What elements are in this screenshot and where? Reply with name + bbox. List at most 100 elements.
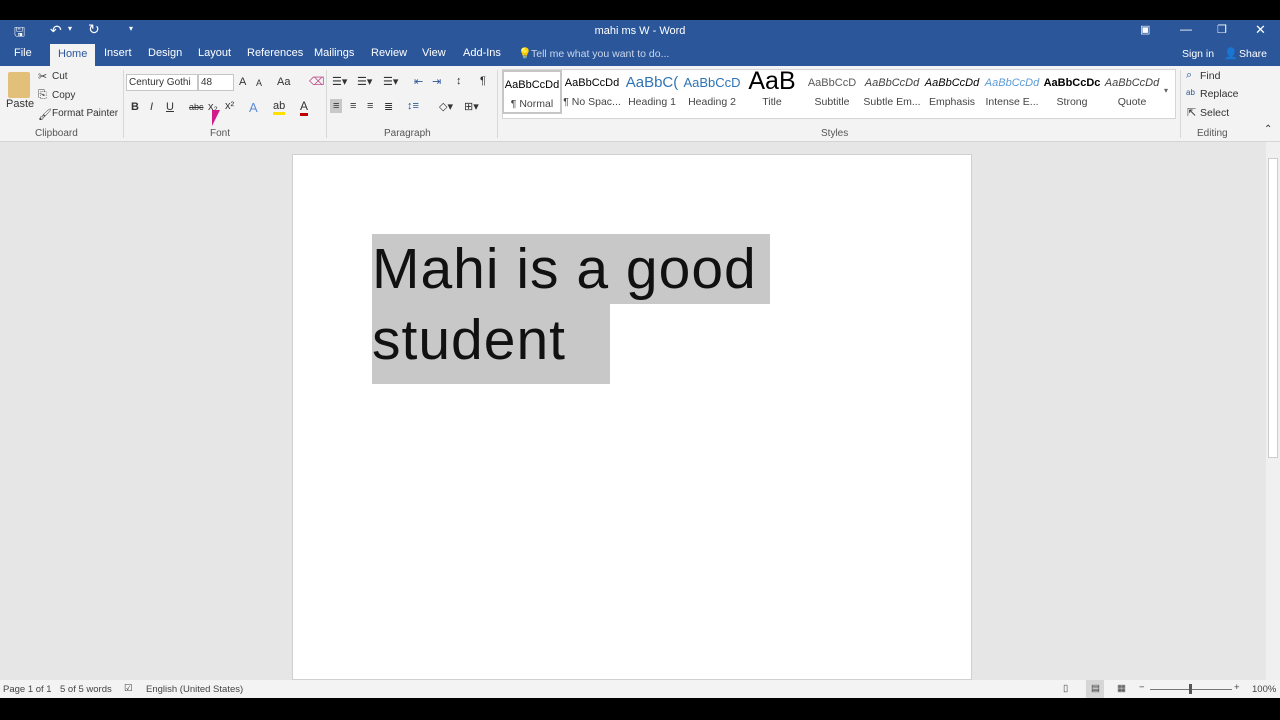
zoom-level[interactable]: 100% — [1252, 684, 1276, 695]
collapse-ribbon-icon[interactable]: ⌃ — [1264, 124, 1272, 135]
vertical-scrollbar[interactable] — [1266, 142, 1280, 680]
replace-icon: ab — [1186, 88, 1195, 97]
tab-view[interactable]: View — [422, 47, 446, 59]
tab-design[interactable]: Design — [148, 47, 182, 59]
restore-icon[interactable]: ❐ — [1217, 23, 1227, 36]
multilevel-list-icon[interactable]: ☰▾ — [383, 75, 398, 88]
page-count[interactable]: Page 1 of 1 — [3, 684, 52, 695]
scrollbar-thumb[interactable] — [1268, 158, 1278, 458]
tab-layout[interactable]: Layout — [198, 47, 231, 59]
share-icon[interactable]: 👤 — [1224, 47, 1238, 60]
font-name-select[interactable]: Century Gothi — [126, 74, 198, 91]
style-normal[interactable]: AaBbCcDd ¶ Normal — [502, 70, 562, 114]
format-painter-button[interactable]: Format Painter — [52, 108, 118, 119]
zoom-out-button[interactable]: − — [1139, 682, 1145, 693]
bold-button[interactable]: B — [131, 101, 139, 113]
styles-more-icon[interactable]: ▾ — [1164, 86, 1168, 95]
font-size-select[interactable]: 48 — [198, 74, 234, 91]
font-size-value: 48 — [201, 77, 213, 88]
shading-icon[interactable]: ◇▾ — [439, 100, 453, 113]
change-case-button[interactable]: Aa — [277, 76, 290, 88]
copy-button[interactable]: Copy — [52, 90, 75, 101]
paste-icon[interactable] — [8, 72, 30, 98]
word-count[interactable]: 5 of 5 words — [60, 684, 112, 695]
superscript-icon[interactable]: x² — [225, 100, 234, 112]
tab-references[interactable]: References — [247, 47, 303, 59]
borders-icon[interactable]: ⊞▾ — [464, 100, 479, 113]
font-name-value: Century Gothi — [129, 77, 191, 88]
style-emphasis[interactable]: AaBbCcDd Emphasis — [922, 70, 982, 114]
grow-font-button[interactable]: A — [239, 76, 246, 88]
minimize-icon[interactable]: — — [1180, 22, 1192, 36]
show-marks-icon[interactable]: ¶ — [480, 75, 486, 87]
style-preview: AaBbCcDc — [1043, 77, 1101, 89]
style-strong[interactable]: AaBbCcDc Strong — [1042, 70, 1102, 114]
bullets-icon[interactable]: ☰▾ — [332, 75, 347, 88]
style-subtitle[interactable]: AaBbCcD Subtitle — [802, 70, 862, 114]
read-mode-icon[interactable]: ▯ — [1063, 683, 1068, 694]
decrease-indent-icon[interactable]: ⇤ — [414, 75, 423, 88]
style-preview: AaBbCcDd — [924, 77, 980, 89]
style-no-spacing[interactable]: AaBbCcDd ¶ No Spac... — [562, 70, 622, 114]
close-icon[interactable]: ✕ — [1255, 22, 1266, 38]
align-left-icon[interactable]: ≡ — [330, 99, 343, 113]
style-subtle-emphasis[interactable]: AaBbCcDd Subtle Em... — [862, 70, 922, 114]
format-painter-icon: 🖌 — [38, 109, 52, 121]
clear-formatting-icon[interactable]: ⌫ — [309, 75, 325, 88]
tab-home[interactable]: Home — [50, 44, 96, 66]
tell-me-input[interactable]: Tell me what you want to do... — [531, 48, 669, 60]
proofing-icon[interactable]: ☑ — [124, 683, 133, 694]
replace-button[interactable]: Replace — [1200, 88, 1239, 100]
ribbon-tabs: File Home Insert Design Layout Reference… — [0, 42, 1280, 66]
italic-button[interactable]: I — [150, 101, 153, 113]
style-heading-1[interactable]: AaBbC(Heading 1 — [622, 70, 682, 114]
print-layout-icon[interactable]: ▤ — [1086, 680, 1104, 698]
style-name: Intense E... — [985, 96, 1039, 108]
find-icon: ⌕ — [1186, 69, 1193, 81]
style-preview: AaBbCcD — [807, 77, 857, 89]
tab-add-ins[interactable]: Add-Ins — [463, 47, 501, 59]
line-spacing-icon[interactable]: ↕≡ — [407, 100, 419, 112]
language[interactable]: English (United States) — [146, 684, 243, 695]
mouse-cursor-icon — [212, 110, 220, 126]
style-quote[interactable]: AaBbCcDd Quote — [1102, 70, 1162, 114]
tab-review[interactable]: Review — [371, 47, 407, 59]
style-heading-2[interactable]: AaBbCcD Heading 2 — [682, 70, 742, 114]
find-button[interactable]: Find — [1200, 70, 1220, 82]
document-text-line-1[interactable]: Mahi is a good — [372, 234, 770, 304]
style-intense-emphasis[interactable]: AaBbCcDd Intense E... — [982, 70, 1042, 114]
text-effects-icon[interactable]: A — [249, 100, 258, 115]
style-preview: AaBbCcDd — [864, 77, 920, 89]
zoom-slider-thumb[interactable] — [1189, 684, 1192, 694]
share-button[interactable]: Share — [1239, 48, 1267, 60]
tab-mailings[interactable]: Mailings — [314, 47, 354, 59]
font-color-icon[interactable]: A — [300, 99, 309, 116]
sort-icon[interactable]: ↕ — [456, 75, 462, 87]
style-preview: AaBbCcD — [683, 75, 741, 90]
paste-button[interactable]: Paste — [6, 98, 34, 110]
tab-file[interactable]: File — [14, 47, 32, 59]
style-name: Subtitle — [814, 96, 850, 108]
sign-in-link[interactable]: Sign in — [1182, 48, 1214, 60]
ribbon-display-icon[interactable]: ▣ — [1140, 23, 1150, 36]
align-right-icon[interactable]: ≡ — [367, 100, 373, 112]
justify-icon[interactable]: ≣ — [384, 100, 393, 113]
numbering-icon[interactable]: ☰▾ — [357, 75, 372, 88]
style-name: Heading 2 — [688, 96, 736, 108]
font-group-label: Font — [210, 128, 231, 139]
shrink-font-button[interactable]: A — [256, 78, 262, 88]
document-text-line-2[interactable]: student — [372, 304, 610, 384]
document-page[interactable] — [292, 154, 972, 680]
underline-button[interactable]: U — [166, 101, 174, 113]
cut-button[interactable]: Cut — [52, 71, 68, 82]
select-button[interactable]: Select — [1200, 107, 1229, 119]
style-name: Title — [762, 96, 782, 108]
strikethrough-button[interactable]: abc — [189, 102, 204, 112]
web-layout-icon[interactable]: ▦ — [1117, 683, 1126, 694]
highlight-icon[interactable]: ab — [273, 100, 286, 115]
style-title[interactable]: AaB Title — [742, 70, 802, 114]
tab-insert[interactable]: Insert — [104, 47, 132, 59]
zoom-in-button[interactable]: + — [1234, 682, 1240, 693]
increase-indent-icon[interactable]: ⇥ — [432, 75, 441, 88]
align-center-icon[interactable]: ≡ — [350, 100, 356, 112]
